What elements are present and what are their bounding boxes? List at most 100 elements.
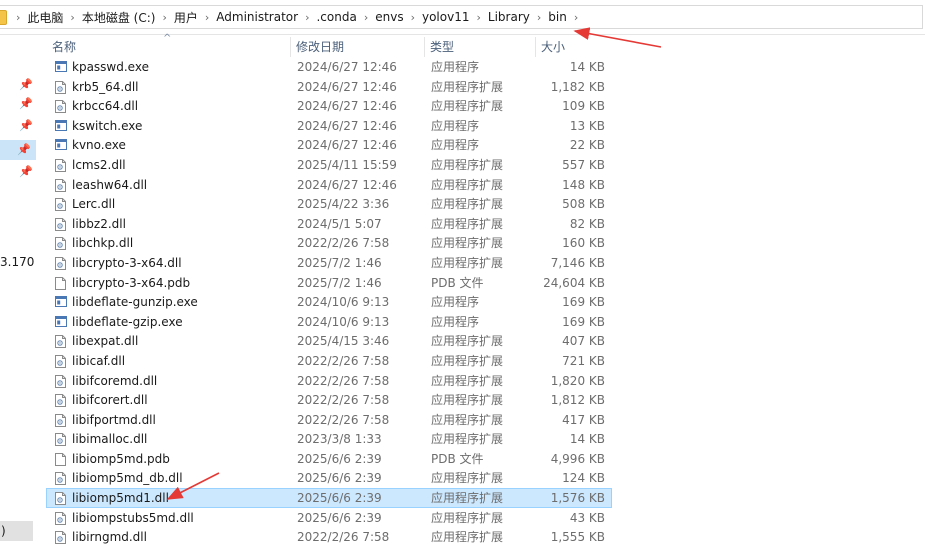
chevron-right-icon[interactable]: › — [408, 11, 418, 24]
file-name[interactable]: libiompstubs5md.dll — [72, 509, 194, 527]
file-name[interactable]: libcrypto-3-x64.pdb — [72, 274, 190, 292]
file-size: 557 KB — [562, 157, 605, 172]
file-size: 24,604 KB — [543, 275, 605, 290]
file-type: 应用程序 — [431, 295, 480, 310]
file-row[interactable]: Lerc.dll 2025/4/22 3:36 应用程序扩展 508 KB — [46, 194, 612, 214]
exe-icon — [55, 315, 67, 329]
file-row[interactable]: libicaf.dll 2022/2/26 7:58 应用程序扩展 721 KB — [46, 351, 612, 371]
file-row[interactable]: libcrypto-3-x64.dll 2025/7/2 1:46 应用程序扩展 7,… — [46, 253, 612, 273]
column-header-name[interactable]: 名称 — [46, 34, 290, 56]
file-row[interactable]: libiomp5md.pdb 2025/6/6 2:39 PDB 文件 4,996 K… — [46, 449, 612, 469]
file-row[interactable]: kswitch.exe 2024/6/27 12:46 应用程序 13 KB — [46, 116, 612, 136]
exe-icon — [55, 139, 67, 152]
breadcrumb-conda[interactable]: .conda — [312, 10, 360, 24]
breadcrumb-envs[interactable]: envs — [371, 10, 407, 24]
file-size: 160 KB — [562, 236, 605, 251]
file-row[interactable]: libcrypto-3-x64.pdb 2025/7/2 1:46 PDB 文件 24… — [46, 273, 612, 293]
breadcrumb-this-pc[interactable]: 此电脑 — [23, 9, 67, 26]
exe-icon — [55, 119, 67, 133]
chevron-right-icon[interactable]: › — [13, 11, 23, 24]
file-name[interactable]: kpasswd.exe — [72, 58, 149, 76]
column-header-date[interactable]: 修改日期 — [290, 34, 424, 56]
breadcrumb[interactable]: › 此电脑 › 本地磁盘 (C:) › 用户 › Administrator ›… — [0, 5, 923, 29]
breadcrumb-administrator[interactable]: Administrator — [212, 10, 302, 24]
file-name[interactable]: libicaf.dll — [72, 352, 125, 370]
file-row[interactable]: libimalloc.dll 2023/3/8 1:33 应用程序扩展 14 KB — [46, 429, 612, 449]
chevron-right-icon[interactable]: › — [571, 11, 581, 24]
file-row[interactable]: libchkp.dll 2022/2/26 7:58 应用程序扩展 160 KB — [46, 233, 612, 253]
file-name[interactable]: libdeflate-gzip.exe — [72, 313, 183, 331]
file-name[interactable]: kswitch.exe — [72, 117, 142, 135]
file-name[interactable]: Lerc.dll — [72, 195, 115, 213]
breadcrumb-bin[interactable]: bin — [544, 10, 571, 24]
file-row[interactable]: libexpat.dll 2025/4/15 3:46 应用程序扩展 407 KB — [46, 331, 612, 351]
file-row[interactable]: krbcc64.dll 2024/6/27 12:46 应用程序扩展 109 KB — [46, 96, 612, 116]
file-row[interactable]: libiompstubs5md.dll 2025/6/6 2:39 应用程序扩展 43… — [46, 508, 612, 528]
file-size: 7,146 KB — [550, 255, 605, 270]
dll-icon — [55, 394, 66, 408]
file-row[interactable]: kvno.exe 2024/6/27 12:46 应用程序 22 KB — [46, 135, 612, 155]
file-row[interactable]: lcms2.dll 2025/4/11 15:59 应用程序扩展 557 KB — [46, 155, 612, 175]
breadcrumb-users[interactable]: 用户 — [170, 9, 202, 26]
file-name[interactable]: libifcorert.dll — [72, 391, 148, 409]
file-size: 721 KB — [562, 353, 605, 368]
file-name[interactable]: lcms2.dll — [72, 156, 126, 174]
file-row[interactable]: libifportmd.dll 2022/2/26 7:58 应用程序扩展 417 K… — [46, 410, 612, 430]
file-row[interactable]: libifcorert.dll 2022/2/26 7:58 应用程序扩展 1,812… — [46, 390, 612, 410]
chevron-right-icon[interactable]: › — [473, 11, 483, 24]
file-name[interactable]: krb5_64.dll — [72, 78, 139, 96]
file-type: 应用程序扩展 — [431, 471, 504, 486]
pin-icon[interactable]: 📌 — [19, 120, 33, 132]
file-row[interactable]: krb5_64.dll 2024/6/27 12:46 应用程序扩展 1,182 KB — [46, 77, 612, 97]
file-name[interactable]: libiomp5md1.dll — [72, 489, 169, 507]
file-type: 应用程序扩展 — [431, 432, 504, 447]
chevron-right-icon[interactable]: › — [202, 11, 212, 24]
dll-icon — [55, 354, 66, 368]
file-name[interactable]: libcrypto-3-x64.dll — [72, 254, 182, 272]
file-name[interactable]: libbz2.dll — [72, 215, 126, 233]
file-name[interactable]: leashw64.dll — [72, 176, 147, 194]
pin-icon[interactable]: 📌 — [19, 166, 33, 178]
pin-icon[interactable]: 📌 — [0, 140, 36, 160]
file-row[interactable]: leashw64.dll 2024/6/27 12:46 应用程序扩展 148 KB — [46, 175, 612, 195]
file-name[interactable]: libchkp.dll — [72, 234, 133, 252]
file-row[interactable]: libdeflate-gunzip.exe 2024/10/6 9:13 应用程序 1… — [46, 292, 612, 312]
chevron-right-icon[interactable]: › — [159, 11, 169, 24]
file-name[interactable]: libifportmd.dll — [72, 411, 156, 429]
file-row[interactable]: kpasswd.exe 2024/6/27 12:46 应用程序 14 KB — [46, 57, 612, 77]
file-name[interactable]: libirngmd.dll — [72, 528, 147, 546]
file-name[interactable]: libexpat.dll — [72, 332, 138, 350]
file-name[interactable]: libifcoremd.dll — [72, 372, 157, 390]
file-size: 169 KB — [562, 314, 605, 329]
file-date: 2025/7/2 1:46 — [297, 255, 382, 270]
file-type: 应用程序扩展 — [431, 530, 504, 545]
pin-icon[interactable]: 📌 — [19, 98, 33, 110]
breadcrumb-local-disk[interactable]: 本地磁盘 (C:) — [78, 9, 160, 26]
chevron-right-icon[interactable]: › — [361, 11, 371, 24]
file-type: 应用程序扩展 — [431, 353, 504, 368]
file-name[interactable]: krbcc64.dll — [72, 97, 138, 115]
file-row[interactable]: libbz2.dll 2024/5/1 5:07 应用程序扩展 82 KB — [46, 214, 612, 234]
pin-icon[interactable]: 📌 — [19, 79, 33, 91]
file-name[interactable]: libdeflate-gunzip.exe — [72, 293, 198, 311]
breadcrumb-library[interactable]: Library — [484, 10, 534, 24]
column-header-size[interactable]: 大小 — [535, 34, 612, 56]
nav-item-label[interactable]: 3.170 — [0, 255, 34, 269]
file-row[interactable]: libdeflate-gzip.exe 2024/10/6 9:13 应用程序 169… — [46, 312, 612, 332]
file-row[interactable]: libifcoremd.dll 2022/2/26 7:58 应用程序扩展 1,820… — [46, 371, 612, 391]
chevron-right-icon[interactable]: › — [534, 11, 544, 24]
file-row[interactable]: libiomp5md_db.dll 2025/6/6 2:39 应用程序扩展 124 … — [46, 468, 612, 488]
file-size: 14 KB — [569, 432, 605, 447]
file-row[interactable]: libiomp5md1.dll 2025/6/6 2:39 应用程序扩展 1,576 … — [46, 488, 612, 508]
file-name[interactable]: libiomp5md.pdb — [72, 450, 170, 468]
dll-icon — [55, 472, 66, 486]
file-name[interactable]: kvno.exe — [72, 136, 126, 154]
nav-item-label[interactable]: ) — [0, 521, 33, 541]
breadcrumb-yolov11[interactable]: yolov11 — [418, 10, 474, 24]
file-row[interactable]: libirngmd.dll 2022/2/26 7:58 应用程序扩展 1,555 K… — [46, 527, 612, 547]
file-name[interactable]: libiomp5md_db.dll — [72, 469, 183, 487]
file-name[interactable]: libimalloc.dll — [72, 430, 147, 448]
column-header-type[interactable]: 类型 — [424, 34, 535, 56]
chevron-right-icon[interactable]: › — [67, 11, 77, 24]
chevron-right-icon[interactable]: › — [302, 11, 312, 24]
